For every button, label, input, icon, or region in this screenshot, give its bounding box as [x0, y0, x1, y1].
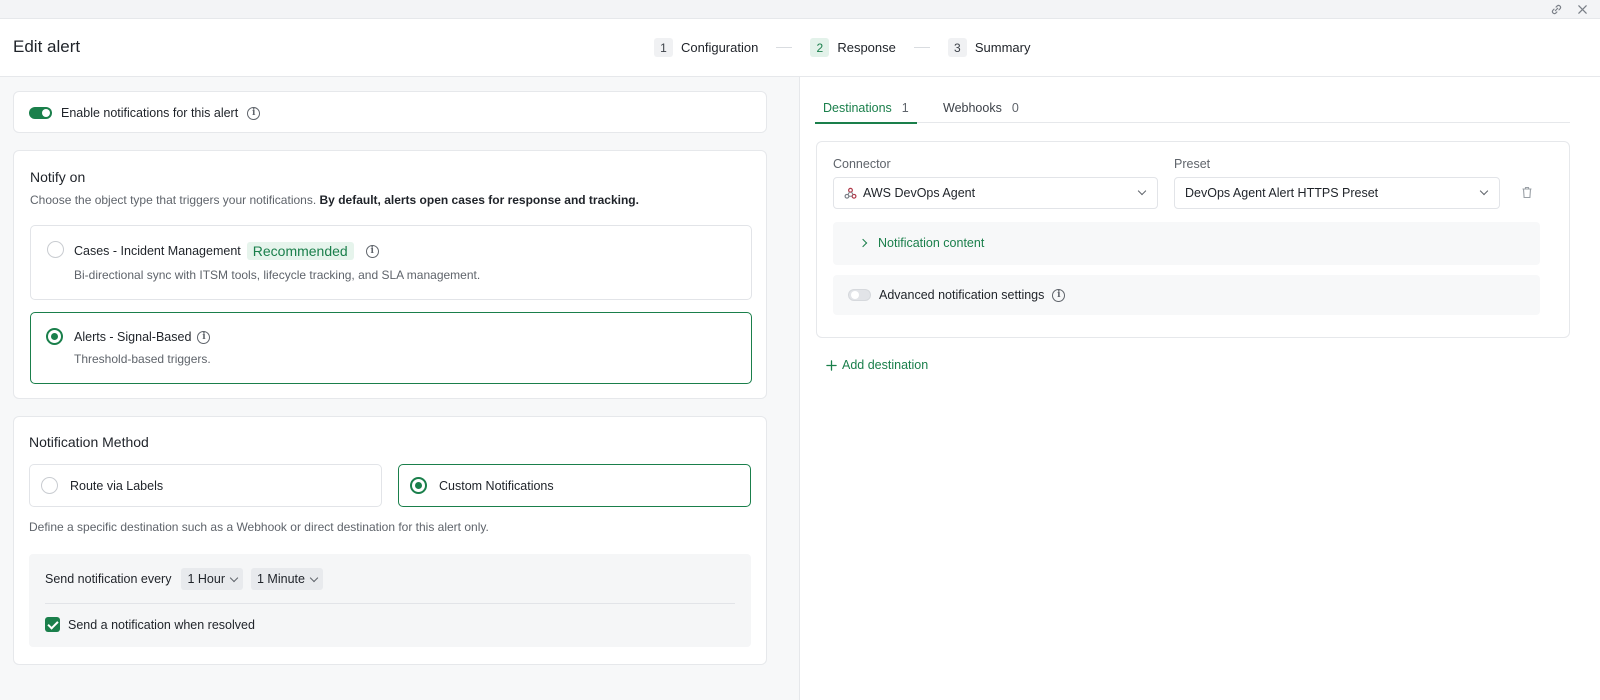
preset-value: DevOps Agent Alert HTTPS Preset: [1185, 186, 1379, 200]
option-custom-notifications[interactable]: Custom Notifications: [398, 464, 751, 507]
advanced-settings-label: Advanced notification settings: [879, 288, 1045, 302]
advanced-settings-toggle[interactable]: [848, 289, 871, 301]
step-divider: [776, 47, 793, 48]
hour-select[interactable]: 1 Hour: [181, 568, 243, 590]
alerts-title: Alerts - Signal-Based: [74, 330, 192, 344]
step-number: 3: [947, 38, 967, 57]
tab-webhooks[interactable]: Webhooks 0: [943, 93, 1019, 123]
info-icon[interactable]: i: [197, 330, 211, 344]
chevron-down-icon: [229, 573, 239, 582]
connector-select[interactable]: AWS DevOps Agent: [833, 177, 1158, 209]
cases-title: Cases - Incident Management: [74, 244, 241, 258]
option-route-via-labels[interactable]: Route via Labels: [29, 464, 382, 507]
connector-value: AWS DevOps Agent: [863, 186, 976, 200]
notification-content-row[interactable]: Notification content: [833, 222, 1540, 265]
alerts-description: Threshold-based triggers.: [74, 352, 211, 366]
tab-label: Destinations: [823, 101, 892, 115]
step-response[interactable]: 2 Response: [810, 38, 896, 57]
add-destination-label: Add destination: [842, 358, 929, 372]
tab-count: 0: [1011, 101, 1019, 115]
send-every-label: Send notification every: [45, 572, 172, 586]
notify-on-desc-text: Choose the object type that triggers you…: [30, 193, 317, 207]
toggle-knob: [851, 291, 859, 299]
cases-title-row: Cases - Incident Management Recommended …: [74, 242, 379, 260]
step-label: Response: [837, 40, 896, 55]
hour-select-value: 1 Hour: [187, 572, 225, 586]
trash-icon[interactable]: [1521, 186, 1533, 202]
header: Edit alert 1 Configuration 2 Response 3 …: [0, 19, 1600, 77]
chevron-down-icon: [1137, 186, 1147, 196]
notification-content-label: Notification content: [878, 236, 985, 250]
chevron-down-icon: [309, 573, 319, 582]
connector-label: Connector: [833, 157, 891, 171]
chevron-down-icon: [1479, 186, 1489, 196]
minute-select-value: 1 Minute: [257, 572, 305, 586]
add-destination-button[interactable]: Add destination: [826, 358, 928, 372]
notify-on-desc-bold: By default, alerts open cases for respon…: [319, 193, 639, 207]
page-title: Edit alert: [13, 37, 81, 56]
info-icon[interactable]: i: [1052, 288, 1066, 302]
toggle-knob: [42, 109, 50, 117]
stepper: 1 Configuration 2 Response 3 Summary: [654, 38, 1031, 57]
step-divider: [913, 47, 930, 48]
window-controls: [1550, 0, 1588, 19]
option-cases[interactable]: Cases - Incident Management Recommended …: [30, 225, 752, 300]
plus-icon: [826, 359, 837, 371]
close-icon[interactable]: [1577, 4, 1588, 15]
window-top-strip: [0, 0, 1600, 19]
frequency-settings: Send notification every 1 Hour 1 Minute …: [29, 554, 751, 647]
connector-icon: [844, 187, 857, 199]
cases-description: Bi-directional sync with ITSM tools, lif…: [74, 268, 481, 282]
enable-notifications-label: Enable notifications for this alert: [61, 106, 239, 120]
method-description: Define a specific destination such as a …: [29, 520, 489, 534]
recommended-badge: Recommended: [246, 242, 354, 260]
notify-on-card: Notify on Choose the object type that tr…: [13, 150, 767, 399]
chevron-right-icon: [858, 238, 868, 248]
minute-select[interactable]: 1 Minute: [251, 568, 323, 590]
step-label: Summary: [974, 40, 1031, 55]
tab-count: 1: [901, 101, 909, 115]
custom-notifications-radio[interactable]: [410, 477, 427, 494]
info-icon[interactable]: i: [365, 244, 379, 258]
route-via-labels-label: Route via Labels: [70, 479, 164, 493]
info-icon[interactable]: i: [247, 106, 261, 120]
alerts-radio[interactable]: [46, 328, 63, 345]
divider: [45, 603, 735, 604]
resolved-label: Send a notification when resolved: [68, 617, 255, 632]
link-icon[interactable]: [1550, 3, 1563, 16]
route-via-labels-radio[interactable]: [41, 477, 58, 494]
notification-method-title: Notification Method: [29, 434, 149, 450]
step-configuration[interactable]: 1 Configuration: [654, 38, 758, 57]
cases-radio[interactable]: [47, 241, 64, 258]
custom-notifications-label: Custom Notifications: [439, 479, 554, 493]
step-label: Configuration: [681, 40, 759, 55]
step-number: 2: [810, 38, 830, 57]
enable-notifications-toggle[interactable]: [29, 107, 52, 119]
enable-notifications-card: Enable notifications for this alert i: [13, 91, 767, 133]
notify-on-description: Choose the object type that triggers you…: [30, 193, 639, 207]
preset-select[interactable]: DevOps Agent Alert HTTPS Preset: [1174, 177, 1500, 209]
advanced-settings-row: Advanced notification settings i: [833, 275, 1540, 315]
step-summary[interactable]: 3 Summary: [947, 38, 1031, 57]
notify-on-title: Notify on: [30, 169, 86, 185]
tab-label: Webhooks: [943, 101, 1002, 115]
preset-label: Preset: [1174, 157, 1211, 171]
alerts-title-row: Alerts - Signal-Based i: [74, 330, 211, 344]
destination-card: Connector AWS DevOps Agent Preset DevOps…: [816, 141, 1570, 338]
step-number: 1: [654, 38, 673, 57]
destination-tabs: Destinations 1 Webhooks 0: [815, 93, 1570, 124]
tab-destinations[interactable]: Destinations 1: [815, 93, 917, 124]
option-alerts[interactable]: Alerts - Signal-Based i Threshold-based …: [30, 312, 752, 384]
resolved-checkbox[interactable]: [45, 617, 60, 632]
